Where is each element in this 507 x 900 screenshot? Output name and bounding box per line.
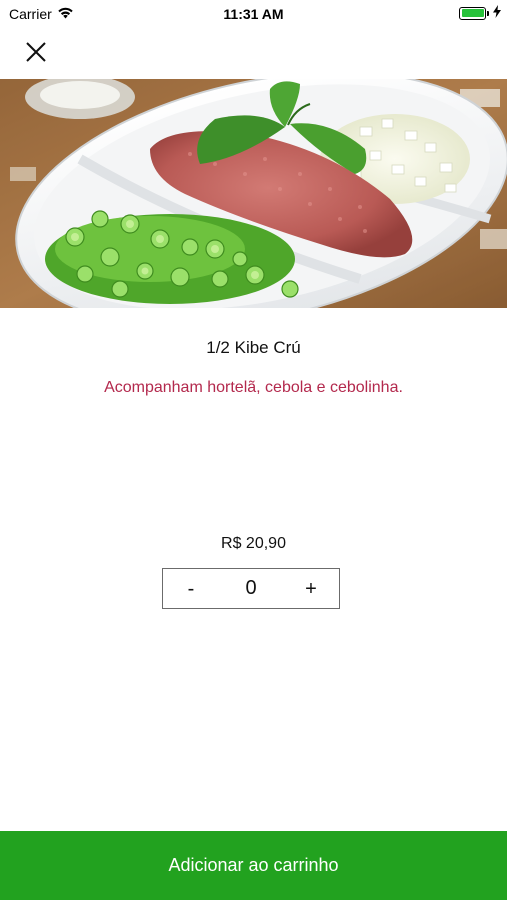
status-bar: Carrier 11:31 AM: [0, 0, 507, 28]
product-detail-screen: Carrier 11:31 AM 1/2 Kibe Crú Acompanham…: [0, 0, 507, 900]
close-button[interactable]: [22, 38, 50, 66]
status-time: 11:31 AM: [223, 6, 284, 22]
product-name: 1/2 Kibe Crú: [206, 338, 301, 357]
status-right: [459, 5, 501, 21]
quantity-stepper: - 0 +: [162, 568, 340, 609]
quantity-value: 0: [245, 577, 257, 599]
battery-icon: [459, 6, 489, 20]
product-image: [0, 79, 507, 308]
add-to-cart-button[interactable]: Adicionar ao carrinho: [0, 831, 507, 900]
close-icon: [26, 42, 46, 62]
product-description: Acompanham hortelã, cebola e cebolinha.: [104, 379, 403, 396]
increment-button[interactable]: +: [283, 570, 339, 608]
add-to-cart-label: Adicionar ao carrinho: [168, 855, 339, 875]
charging-bolt-icon: [493, 5, 501, 21]
decrement-button[interactable]: -: [163, 570, 219, 608]
battery-level: [461, 9, 484, 17]
product-price: R$ 20,90: [221, 535, 286, 552]
